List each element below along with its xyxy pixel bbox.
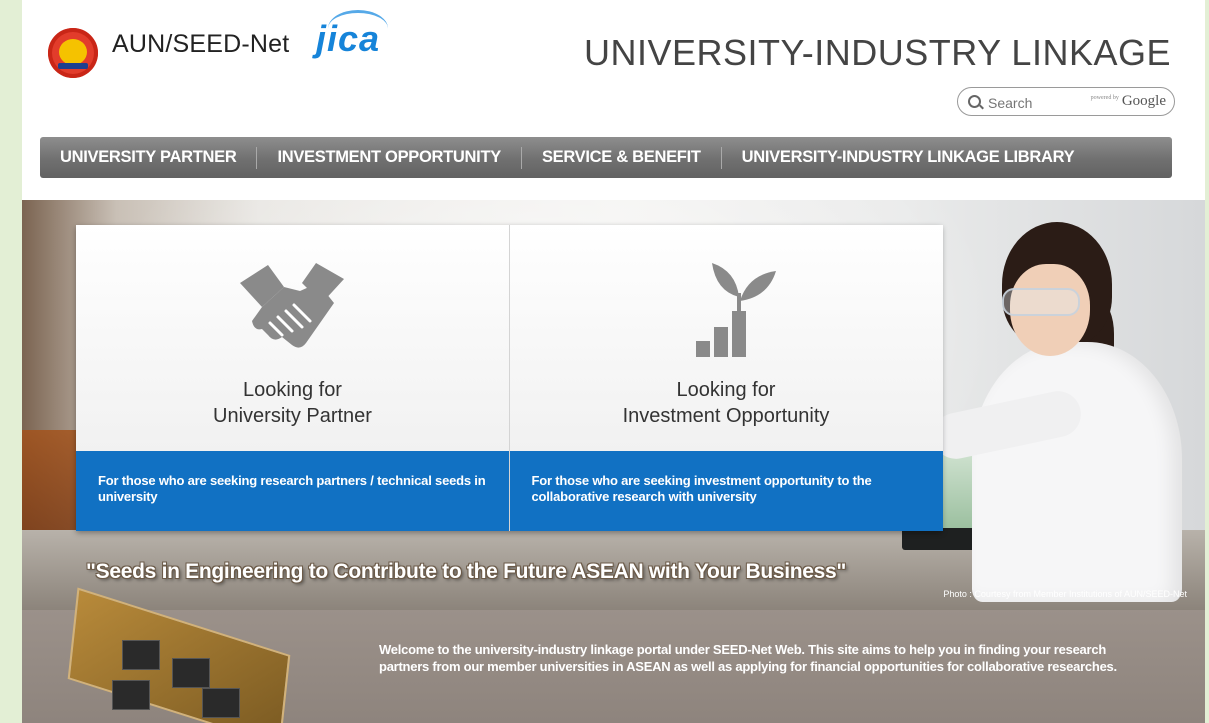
nav-linkage-library[interactable]: UNIVERSITY-INDUSTRY LINKAGE LIBRARY bbox=[722, 148, 1095, 167]
header: AUN/SEED-Net jica UNIVERSITY-INDUSTRY LI… bbox=[22, 0, 1205, 130]
card-description-panel[interactable]: For those who are seeking investment opp… bbox=[509, 451, 943, 531]
search-input[interactable] bbox=[986, 92, 1100, 113]
card-title-line1: Looking for bbox=[243, 379, 342, 401]
site-title: UNIVERSITY-INDUSTRY LINKAGE bbox=[584, 32, 1171, 73]
welcome-section: Welcome to the university-industry linka… bbox=[22, 587, 1205, 723]
handshake-icon bbox=[222, 257, 362, 367]
investment-opportunity-card[interactable]: Looking for Investment Opportunity For t… bbox=[508, 225, 943, 531]
welcome-text: Welcome to the university-industry linka… bbox=[379, 642, 1117, 674]
hero-banner: Looking for University Partner For those… bbox=[22, 200, 1205, 610]
asean-emblem-icon bbox=[59, 39, 87, 65]
search-icon[interactable] bbox=[968, 95, 981, 108]
search-box[interactable]: powered byGoogle bbox=[957, 87, 1175, 116]
card-title-line2: University Partner bbox=[213, 405, 372, 427]
university-partner-card[interactable]: Looking for University Partner For those… bbox=[76, 225, 509, 531]
card-description-panel[interactable]: For those who are seeking research partn… bbox=[76, 451, 509, 531]
search-options: Looking for University Partner For those… bbox=[76, 225, 943, 531]
circuit-board-image bbox=[52, 587, 302, 723]
jica-logo[interactable]: jica bbox=[316, 18, 380, 60]
card-description: For those who are seeking research partn… bbox=[98, 473, 486, 504]
nav-service-benefit[interactable]: SERVICE & BENEFIT bbox=[522, 148, 721, 167]
nav-university-partner[interactable]: UNIVERSITY PARTNER bbox=[40, 148, 256, 167]
hero-tagline: "Seeds in Engineering to Contribute to t… bbox=[86, 560, 847, 583]
main-nav: UNIVERSITY PARTNER INVESTMENT OPPORTUNIT… bbox=[40, 137, 1172, 178]
card-title-line1: Looking for bbox=[676, 379, 776, 401]
card-description: For those who are seeking investment opp… bbox=[531, 473, 872, 504]
scientist-photo bbox=[928, 222, 1192, 602]
brand-name[interactable]: AUN/SEED-Net bbox=[112, 30, 289, 59]
photo-credit: Photo : Courtesy from Member Institution… bbox=[943, 589, 1187, 599]
google-logo: powered by Google bbox=[1090, 93, 1166, 109]
nav-investment-opportunity[interactable]: INVESTMENT OPPORTUNITY bbox=[257, 148, 521, 167]
asean-logo[interactable] bbox=[48, 28, 98, 78]
growth-chart-icon bbox=[656, 257, 796, 367]
page: AUN/SEED-Net jica UNIVERSITY-INDUSTRY LI… bbox=[22, 0, 1205, 723]
card-title-line2: Investment Opportunity bbox=[622, 405, 830, 427]
